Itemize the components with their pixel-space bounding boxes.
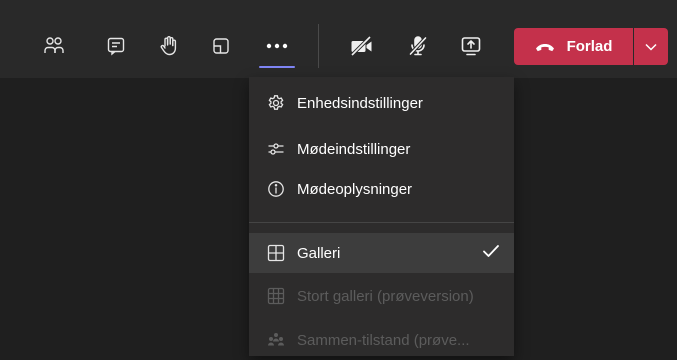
menu-item-label: Enhedsindstillinger <box>297 94 423 112</box>
menu-item-label: Mødeindstillinger <box>297 140 411 158</box>
raise-hand-icon <box>160 36 177 56</box>
chevron-down-icon <box>645 43 657 51</box>
share-screen-icon <box>461 37 481 56</box>
menu-item-device-settings[interactable]: Enhedsindstillinger <box>249 83 514 123</box>
menu-divider <box>249 222 514 223</box>
menu-item-together-mode: Sammen-tilstand (prøve... <box>249 320 514 360</box>
share-screen-button[interactable] <box>449 24 493 68</box>
large-gallery-icon <box>265 285 287 307</box>
participants-button[interactable] <box>32 24 76 68</box>
more-actions-active-indicator <box>259 66 295 68</box>
gear-icon <box>265 92 287 114</box>
gallery-grid-icon <box>265 242 287 264</box>
sliders-icon <box>265 138 287 160</box>
leave-label: Forlad <box>566 38 613 55</box>
toolbar-divider <box>318 24 319 68</box>
checkmark-icon <box>483 245 499 257</box>
leave-button[interactable]: Forlad <box>514 28 633 65</box>
meeting-toolbar: Forlad <box>0 0 677 78</box>
chat-button[interactable] <box>94 24 138 68</box>
chat-icon <box>107 37 125 56</box>
menu-item-meeting-options[interactable]: Mødeindstillinger <box>249 129 514 169</box>
menu-item-label: Sammen-tilstand (prøve... <box>297 331 470 349</box>
menu-item-gallery[interactable]: Galleri <box>249 233 514 273</box>
menu-item-label: Stort galleri (prøveversion) <box>297 287 474 305</box>
raise-hand-button[interactable] <box>147 24 191 68</box>
hang-up-icon <box>535 43 554 51</box>
menu-item-large-gallery: Stort galleri (prøveversion) <box>249 276 514 316</box>
mic-toggle-button[interactable] <box>396 24 440 68</box>
breakout-rooms-button[interactable] <box>199 24 243 68</box>
camera-off-icon <box>350 35 372 57</box>
more-actions-button[interactable] <box>255 24 299 68</box>
menu-item-meeting-info[interactable]: Mødeoplysninger <box>249 169 514 209</box>
menu-item-label: Galleri <box>297 244 341 262</box>
info-icon <box>265 178 287 200</box>
leave-options-button[interactable] <box>634 28 668 65</box>
more-actions-icon <box>266 43 288 49</box>
breakout-rooms-icon <box>213 38 229 54</box>
more-actions-menu: Enhedsindstillinger Mødeindstillinger Mø… <box>249 77 514 356</box>
mic-off-icon <box>408 36 428 56</box>
camera-toggle-button[interactable] <box>340 24 384 68</box>
menu-item-label: Mødeoplysninger <box>297 180 413 198</box>
people-icon <box>44 37 64 53</box>
together-mode-icon <box>265 329 287 351</box>
